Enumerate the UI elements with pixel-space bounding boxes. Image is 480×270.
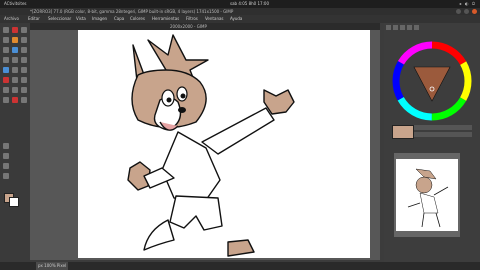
navigation-preview xyxy=(396,159,458,231)
dodge-tool-icon[interactable] xyxy=(21,87,27,93)
color-wheel[interactable] xyxy=(392,41,472,121)
dock-tab-icon[interactable] xyxy=(393,25,398,30)
menu-capa[interactable]: Capa xyxy=(114,15,124,23)
fox-right-hand-shape xyxy=(263,89,295,115)
eraser-tool-icon[interactable] xyxy=(12,57,18,63)
activities-button[interactable]: ACtivitsites xyxy=(4,0,27,8)
menu-ayuda[interactable]: Ayuda xyxy=(230,15,242,23)
airbrush-tool-icon[interactable] xyxy=(21,57,27,63)
fox-right-arm-shape xyxy=(201,107,275,155)
menu-editar[interactable]: Editar xyxy=(28,15,40,23)
toolbox-panel xyxy=(0,23,30,263)
right-dock xyxy=(384,23,480,263)
rotate-tool-icon[interactable] xyxy=(21,37,27,43)
menu-ventanas[interactable]: Ventanas xyxy=(205,15,224,23)
tool-option-icon[interactable] xyxy=(3,173,9,179)
dock-tab-icon[interactable] xyxy=(386,25,391,30)
crop-tool-icon[interactable] xyxy=(12,37,18,43)
bucket-tool-icon[interactable] xyxy=(12,47,18,53)
canvas-viewport[interactable] xyxy=(30,30,380,260)
status-bar: px 100% Pixel xyxy=(0,262,480,270)
image-canvas[interactable] xyxy=(78,30,370,258)
dock-tab-icon[interactable] xyxy=(407,25,412,30)
window-controls xyxy=(456,9,477,14)
fuzzy-select-tool-icon[interactable] xyxy=(3,37,9,43)
heal-tool-icon[interactable] xyxy=(3,97,9,103)
rect-select-tool-icon[interactable] xyxy=(12,27,18,33)
system-clock[interactable]: sab 4:05 8h0 17:00 xyxy=(230,0,269,8)
fox-tail-shape xyxy=(143,219,175,251)
tool-option-icon[interactable] xyxy=(3,163,9,169)
flip-tool-icon[interactable] xyxy=(21,97,27,103)
menu-imagen[interactable]: Imagen xyxy=(92,15,107,23)
window-title: *[ZORRO3] 77.0 (RGB color, 8-bit, gamma … xyxy=(30,9,234,14)
system-top-bar: ACtivitsites sab 4:05 8h0 17:00 ▸ ◐ ⏻ xyxy=(0,0,480,8)
image-tab-bar: 2000x2000 - GIMP xyxy=(30,23,380,30)
gradient-tool-icon[interactable] xyxy=(21,47,27,53)
color-slider[interactable] xyxy=(414,132,472,137)
color-triangle xyxy=(413,66,451,102)
fox-shorts-shape xyxy=(169,195,223,231)
maximize-icon[interactable] xyxy=(464,9,469,14)
image-tab-title[interactable]: 2000x2000 - GIMP xyxy=(170,23,207,30)
minimize-icon[interactable] xyxy=(456,9,461,14)
fox-foot-shape xyxy=(227,239,255,257)
menu-bar: Archivo Editar Seleccionar Vista Imagen … xyxy=(0,15,480,23)
navigation-panel[interactable] xyxy=(394,153,460,237)
fox-drawing xyxy=(127,34,295,257)
system-tray[interactable]: ▸ ◐ ⏻ xyxy=(460,0,476,8)
clone-tool-icon[interactable] xyxy=(3,67,9,73)
lasso-tool-icon[interactable] xyxy=(21,27,27,33)
menu-colores[interactable]: Colores xyxy=(130,15,145,23)
measure-tool-icon[interactable] xyxy=(3,87,9,93)
dock-tabs xyxy=(386,25,419,30)
tool-option-icon[interactable] xyxy=(3,153,9,159)
paintbrush-tool-icon[interactable] xyxy=(3,57,9,63)
menu-vista[interactable]: Vista xyxy=(76,15,86,23)
warp-tool-icon[interactable] xyxy=(3,47,9,53)
dock-tab-icon[interactable] xyxy=(400,25,405,30)
perspective-tool-icon[interactable] xyxy=(12,97,18,103)
menu-herramientas[interactable]: Herramientas xyxy=(152,15,179,23)
background-color-swatch[interactable] xyxy=(9,197,19,207)
zoom-readout[interactable]: px 100% Pixel xyxy=(36,262,69,270)
menu-seleccionar[interactable]: Seleccionar xyxy=(48,15,71,23)
menu-archivo[interactable]: Archivo xyxy=(4,15,19,23)
dock-tab-icon[interactable] xyxy=(414,25,419,30)
color-picker-tool-icon[interactable] xyxy=(12,77,18,83)
menu-filtros[interactable]: Filtros xyxy=(186,15,198,23)
zoom-tool-icon[interactable] xyxy=(21,77,27,83)
hex-entry-field[interactable] xyxy=(414,125,472,130)
smudge-tool-icon[interactable] xyxy=(12,67,18,73)
tool-option-icon[interactable] xyxy=(3,143,9,149)
text-tool-icon[interactable] xyxy=(3,77,9,83)
path-tool-icon[interactable] xyxy=(21,67,27,73)
current-color-swatch[interactable] xyxy=(392,125,414,139)
window-titlebar: *[ZORRO3] 77.0 (RGB color, 8-bit, gamma … xyxy=(0,8,480,15)
move-tool-icon[interactable] xyxy=(3,27,9,33)
close-icon[interactable] xyxy=(472,9,477,14)
align-tool-icon[interactable] xyxy=(12,87,18,93)
